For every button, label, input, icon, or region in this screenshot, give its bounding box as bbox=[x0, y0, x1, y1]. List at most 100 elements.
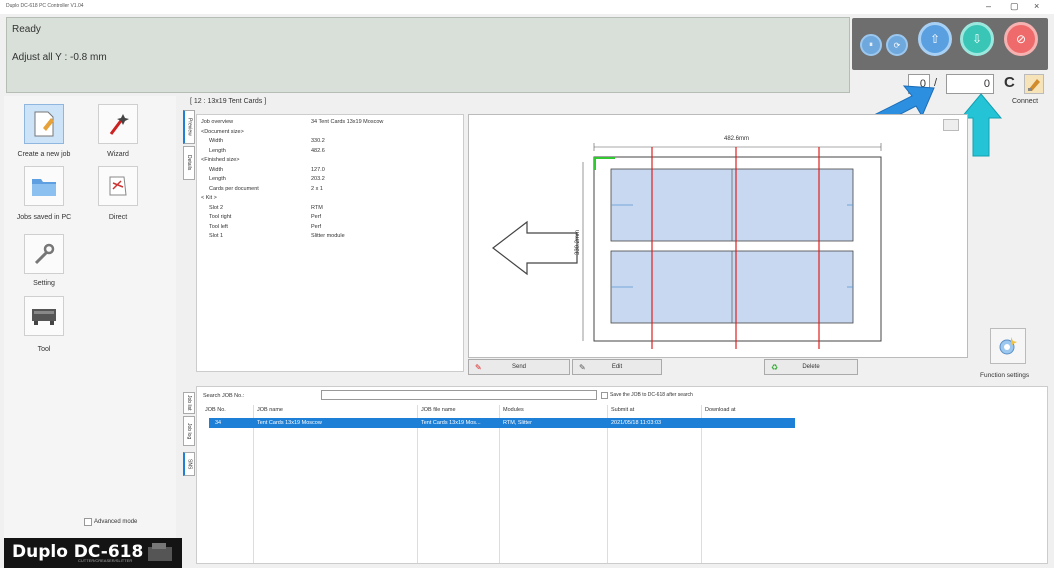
cycle-button[interactable]: ⟳ bbox=[886, 34, 908, 56]
detail-value: 330.2 bbox=[311, 138, 325, 144]
cell-job-no: 34 bbox=[215, 420, 222, 426]
search-input[interactable] bbox=[321, 390, 597, 400]
detail-value: 203.2 bbox=[311, 176, 325, 182]
counter-total-input[interactable]: 0 bbox=[946, 74, 994, 94]
jobs-saved-button[interactable] bbox=[24, 166, 64, 206]
create-job-button[interactable] bbox=[24, 104, 64, 144]
function-settings-label: Function settings bbox=[980, 372, 1030, 379]
dimension-height-label: 330.2mm bbox=[575, 230, 581, 255]
col-modules[interactable]: Modules bbox=[503, 407, 524, 413]
cell-job-file-name: Tent Cards 13x19 Mos... bbox=[421, 420, 481, 426]
advanced-mode-checkbox[interactable] bbox=[84, 518, 92, 526]
stop-icon: ⊘ bbox=[1015, 32, 1027, 46]
wand-icon bbox=[109, 114, 129, 135]
save-after-search-checkbox[interactable] bbox=[601, 392, 608, 399]
dimension-width-label: 482.6mm bbox=[724, 136, 749, 142]
direct-cut-icon bbox=[109, 176, 127, 196]
logo-subtitle: CUTTER/CREASER/SLITTER bbox=[78, 558, 133, 563]
gear-wand-icon bbox=[999, 337, 1017, 355]
direct-button[interactable] bbox=[98, 166, 138, 206]
job-details-panel: Job overview 34 Tent Cards 13x19 Moscow <D… bbox=[196, 114, 464, 372]
delete-icon: ♻ bbox=[771, 362, 779, 372]
job-list-panel: Search JOB No.: Save the JOB to DC-618 a… bbox=[196, 386, 1048, 564]
wrench-icon bbox=[34, 243, 55, 265]
machine-image-icon bbox=[148, 543, 172, 561]
tool-button[interactable] bbox=[24, 296, 64, 336]
setting-button[interactable] bbox=[24, 234, 64, 274]
stop-button[interactable]: ⊘ bbox=[1004, 22, 1038, 56]
detail-value: 2 x 1 bbox=[311, 185, 323, 192]
preview-panel: 482.6mm 330.2mm bbox=[468, 114, 968, 358]
status-text: Ready bbox=[12, 24, 41, 35]
adjust-text: Adjust all Y : -0.8 mm bbox=[12, 52, 107, 63]
close-button[interactable]: × bbox=[1034, 1, 1039, 11]
minimize-button[interactable]: – bbox=[986, 1, 991, 11]
col-job-name[interactable]: JOB name bbox=[257, 407, 283, 413]
window-title: Duplo DC-618 PC Controller V1.04 bbox=[6, 3, 84, 9]
detail-key: Length bbox=[209, 147, 226, 154]
layout-preview-diagram: 482.6mm 330.2mm bbox=[492, 136, 882, 349]
wizard-label: Wizard bbox=[107, 151, 129, 158]
clear-counter-button[interactable]: C bbox=[1004, 74, 1015, 91]
col-job-no[interactable]: JOB No. bbox=[205, 407, 226, 413]
job-title: [ 12 : 13x19 Tent Cards ] bbox=[190, 98, 267, 105]
col-job-file-name[interactable]: JOB file name bbox=[421, 407, 456, 413]
tab-job-log[interactable]: Job log bbox=[183, 416, 195, 446]
detail-key: Cards per document bbox=[209, 185, 259, 192]
zoom-button[interactable] bbox=[943, 119, 959, 131]
send-button[interactable]: ✎ Send bbox=[468, 359, 570, 375]
control-panel: ⏸ ⟳ ⇧ ⇩ ⊘ bbox=[852, 18, 1048, 70]
detail-key: Length bbox=[209, 176, 226, 182]
detail-value: 482.6 bbox=[311, 147, 325, 154]
duplo-logo: Duplo DC-618 CUTTER/CREASER/SLITTER bbox=[4, 538, 182, 568]
feed-direction-arrow-icon bbox=[492, 220, 578, 276]
tool-label: Tool bbox=[37, 346, 51, 353]
preview-button-bar: ✎ Send ✎ Edit ♻ Delete bbox=[468, 358, 968, 376]
title-bar: Duplo DC-618 PC Controller V1.04 – ▢ × bbox=[0, 0, 1054, 14]
col-submit-at[interactable]: Submit at bbox=[611, 407, 634, 413]
status-panel: Ready Adjust all Y : -0.8 mm bbox=[6, 17, 850, 93]
move-up-button[interactable]: ⇧ bbox=[918, 22, 952, 56]
tab-job-list[interactable]: Job list bbox=[183, 392, 195, 414]
jobs-saved-label: Jobs saved in PC bbox=[16, 214, 72, 221]
advanced-mode-label: Advanced mode bbox=[94, 519, 138, 525]
start-button[interactable]: ⇩ bbox=[960, 22, 994, 56]
tab-sns[interactable]: SNS bbox=[183, 452, 195, 476]
detail-key: Slot 2 bbox=[209, 204, 224, 211]
detail-value: Slitter module bbox=[311, 233, 345, 239]
pause-icon: ⏸ bbox=[869, 40, 873, 49]
save-after-search-label: Save the JOB to DC-618 after search bbox=[610, 392, 693, 398]
reset-tool-icon[interactable] bbox=[1024, 74, 1044, 94]
send-icon: ✎ bbox=[475, 362, 482, 372]
cell-submit-at: 2021/05/18 11:03:03 bbox=[611, 420, 662, 426]
tab-details[interactable]: Details bbox=[183, 146, 195, 180]
function-settings-button[interactable] bbox=[990, 328, 1026, 364]
cell-job-name: Tent Cards 13x19 Moscow bbox=[257, 420, 322, 426]
delete-label: Delete bbox=[802, 364, 820, 370]
detail-value: 34 Tent Cards 13x19 Moscow bbox=[311, 119, 384, 125]
detail-key: Slot 1 bbox=[209, 233, 224, 239]
detail-key: Width bbox=[209, 166, 224, 173]
detail-key: <Document size> bbox=[201, 128, 244, 135]
search-label: Search JOB No.: bbox=[203, 393, 245, 399]
setting-label: Setting bbox=[33, 280, 55, 287]
delete-button[interactable]: ♻ Delete bbox=[764, 359, 858, 375]
detail-key: Tool right bbox=[209, 214, 232, 220]
maximize-button[interactable]: ▢ bbox=[1010, 1, 1019, 12]
edit-icon: ✎ bbox=[579, 362, 586, 372]
col-download-at[interactable]: Download at bbox=[705, 407, 736, 413]
new-document-icon bbox=[34, 111, 54, 137]
wizard-button[interactable] bbox=[98, 104, 138, 144]
cell-modules: RTM, Slitter bbox=[503, 420, 532, 426]
detail-key: < Kit > bbox=[201, 195, 217, 201]
detail-value: 127.0 bbox=[311, 166, 325, 173]
detail-key: Job overview bbox=[201, 119, 234, 125]
edit-button[interactable]: ✎ Edit bbox=[572, 359, 662, 375]
tab-preview[interactable]: Preview bbox=[183, 110, 195, 144]
pause-button[interactable]: ⏸ bbox=[860, 34, 882, 56]
joblist-tabs: Job list Job log SNS bbox=[182, 392, 196, 562]
connect-label: Connect bbox=[1012, 98, 1039, 105]
arrow-up-icon: ⇧ bbox=[929, 32, 941, 46]
detail-key: <Finished size> bbox=[201, 157, 240, 163]
detail-key: Tool left bbox=[209, 223, 228, 230]
